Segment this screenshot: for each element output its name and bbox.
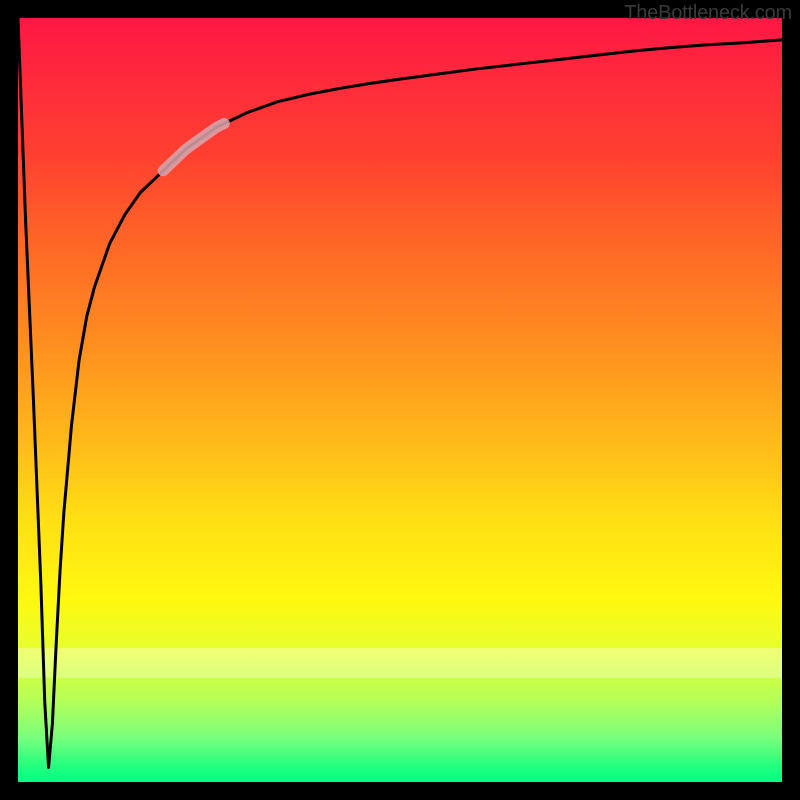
watermark-text: TheBottleneck.com	[624, 2, 792, 25]
chart-frame: TheBottleneck.com	[0, 0, 800, 800]
highlight-svg	[18, 18, 782, 782]
plot-area	[18, 18, 782, 782]
highlight-segment	[163, 124, 224, 171]
